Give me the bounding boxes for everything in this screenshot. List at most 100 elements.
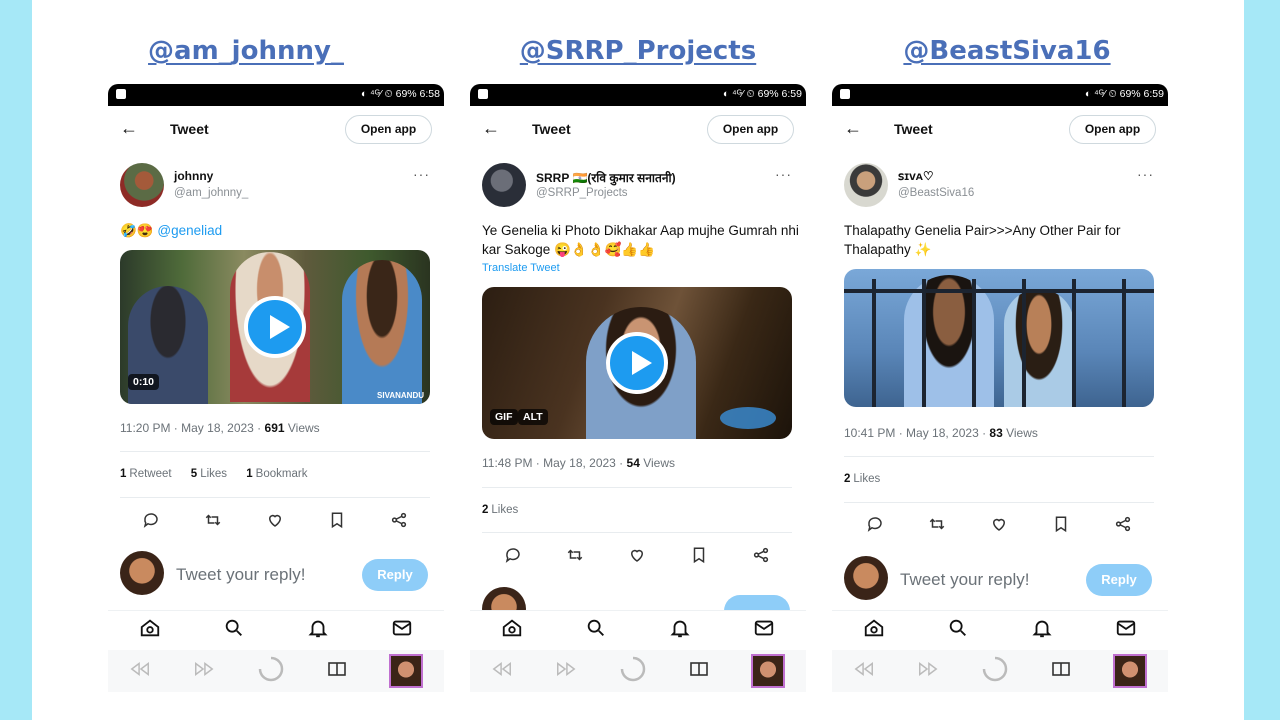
- like-icon[interactable]: [988, 513, 1010, 535]
- open-app-button[interactable]: Open app: [345, 115, 432, 144]
- share-icon[interactable]: [1112, 513, 1134, 535]
- profile-thumbnail[interactable]: [389, 654, 423, 688]
- notifications-icon[interactable]: [307, 617, 329, 644]
- tweet-meta: 11:48 PM · May 18, 2023 · 54 Views: [482, 456, 675, 470]
- rewind-icon[interactable]: [129, 660, 151, 683]
- stat-retweets[interactable]: 1 Retweet: [120, 468, 172, 480]
- more-options-icon[interactable]: ···: [413, 166, 430, 182]
- fast-forward-icon[interactable]: [555, 660, 577, 683]
- home-icon[interactable]: [139, 617, 161, 644]
- status-bar: ◐ ⁴ᴳ⁄ ⏲ 69% 6:59: [470, 84, 806, 106]
- back-arrow-icon[interactable]: ←: [482, 118, 500, 139]
- retweet-icon[interactable]: [926, 513, 948, 535]
- reply-icon[interactable]: [502, 544, 524, 566]
- search-icon[interactable]: [223, 617, 245, 644]
- play-icon[interactable]: [606, 332, 668, 394]
- like-icon[interactable]: [264, 509, 286, 531]
- author-name[interactable]: johnny: [174, 169, 213, 183]
- reply-input[interactable]: Tweet your reply!: [176, 565, 305, 585]
- app-switcher-icon[interactable]: [689, 660, 709, 683]
- author-handle[interactable]: @am_johnny_: [174, 187, 248, 199]
- author-avatar[interactable]: [120, 163, 164, 207]
- profile-thumbnail[interactable]: [751, 654, 785, 688]
- notification-icon: [116, 89, 126, 99]
- app-switcher-icon[interactable]: [1051, 660, 1071, 683]
- author-name[interactable]: ꜱɪᴠᴀ♡: [898, 169, 934, 183]
- content-sheet: @am_johnny_ ◐ ⁴ᴳ⁄ ⏲ 69% 6:58 ← Tweet Ope…: [32, 0, 1244, 720]
- notifications-icon[interactable]: [669, 617, 691, 644]
- messages-icon[interactable]: [1115, 617, 1137, 644]
- author-avatar[interactable]: [482, 163, 526, 207]
- divider: [120, 451, 430, 452]
- rewind-icon[interactable]: [853, 660, 875, 683]
- reply-input[interactable]: Tweet your reply!: [900, 570, 1029, 590]
- views-label: Views: [1002, 426, 1038, 440]
- share-icon[interactable]: [750, 544, 772, 566]
- retweet-icon[interactable]: [564, 544, 586, 566]
- mention-link[interactable]: @geneliad: [157, 223, 222, 238]
- stat-bookmarks[interactable]: 1 Bookmark: [246, 468, 307, 480]
- tweet-meta: 11:20 PM · May 18, 2023 · 691 Views: [120, 421, 320, 435]
- reply-icon[interactable]: [864, 513, 886, 535]
- status-bar: ◐ ⁴ᴳ⁄ ⏲ 69% 6:59: [832, 84, 1168, 106]
- reply-avatar: [844, 556, 888, 600]
- author-handle[interactable]: @SRRP_Projects: [536, 187, 628, 199]
- back-arrow-icon[interactable]: ←: [120, 118, 138, 139]
- views-count: 83: [989, 426, 1003, 440]
- bottom-tab-bar: [832, 610, 1168, 650]
- image-thumbnail[interactable]: [844, 269, 1154, 407]
- bookmark-icon[interactable]: [326, 509, 348, 531]
- share-icon[interactable]: [388, 509, 410, 531]
- profile-thumbnail[interactable]: [1113, 654, 1147, 688]
- notifications-icon[interactable]: [1031, 617, 1053, 644]
- play-icon[interactable]: [244, 296, 306, 358]
- fast-forward-icon[interactable]: [193, 660, 215, 683]
- back-arrow-icon[interactable]: ←: [844, 118, 862, 139]
- tweet-meta: 10:41 PM · May 18, 2023 · 83 Views: [844, 426, 1038, 440]
- messages-icon[interactable]: [753, 617, 775, 644]
- page-title: Tweet: [170, 121, 209, 137]
- reply-icon[interactable]: [140, 509, 162, 531]
- more-options-icon[interactable]: ···: [1137, 166, 1154, 182]
- page-title: Tweet: [532, 121, 571, 137]
- open-app-button[interactable]: Open app: [1069, 115, 1156, 144]
- home-icon[interactable]: [501, 617, 523, 644]
- video-thumbnail[interactable]: 0:10 SIVANANDU: [120, 250, 430, 404]
- author-name[interactable]: SRRP 🇮🇳(रवि कुमार सनातनी): [536, 169, 676, 186]
- stat-likes[interactable]: 2 Likes: [482, 504, 518, 516]
- watermark-logo: [720, 407, 776, 429]
- stat-likes[interactable]: 2 Likes: [844, 473, 880, 485]
- gif-thumbnail[interactable]: GIF ALT: [482, 287, 792, 439]
- status-indicators: ◐ ⁴ᴳ⁄ ⏲ 69% 6:59: [722, 88, 802, 100]
- bookmark-icon[interactable]: [688, 544, 710, 566]
- search-icon[interactable]: [947, 617, 969, 644]
- views-label: Views: [284, 421, 320, 435]
- tweet-text: Ye Genelia ki Photo Dikhakar Aap mujhe G…: [482, 223, 799, 257]
- search-icon[interactable]: [585, 617, 607, 644]
- open-app-button[interactable]: Open app: [707, 115, 794, 144]
- emoji-text: 🤣😍: [120, 223, 154, 238]
- column-heading-handle: @BeastSiva16: [903, 36, 1111, 66]
- rewind-icon[interactable]: [491, 660, 513, 683]
- reply-button[interactable]: Reply: [362, 559, 428, 591]
- loading-icon: [619, 655, 647, 688]
- messages-icon[interactable]: [391, 617, 413, 644]
- fast-forward-icon[interactable]: [917, 660, 939, 683]
- action-bar: [120, 508, 430, 532]
- figure-woman: [342, 260, 422, 404]
- bottom-tab-bar: [108, 610, 444, 650]
- home-icon[interactable]: [863, 617, 885, 644]
- app-switcher-icon[interactable]: [327, 660, 347, 683]
- stat-likes[interactable]: 5 Likes: [191, 468, 227, 480]
- status-bar: ◐ ⁴ᴳ⁄ ⏲ 69% 6:58: [108, 84, 444, 106]
- alt-badge[interactable]: ALT: [518, 409, 548, 425]
- retweet-icon[interactable]: [202, 509, 224, 531]
- reply-button[interactable]: Reply: [1086, 564, 1152, 596]
- bookmark-icon[interactable]: [1050, 513, 1072, 535]
- like-icon[interactable]: [626, 544, 648, 566]
- author-handle[interactable]: @BeastSiva16: [898, 187, 974, 199]
- translate-link[interactable]: Translate Tweet: [482, 262, 560, 274]
- more-options-icon[interactable]: ···: [775, 166, 792, 182]
- status-indicators: ◐ ⁴ᴳ⁄ ⏲ 69% 6:59: [1084, 88, 1164, 100]
- author-avatar[interactable]: [844, 163, 888, 207]
